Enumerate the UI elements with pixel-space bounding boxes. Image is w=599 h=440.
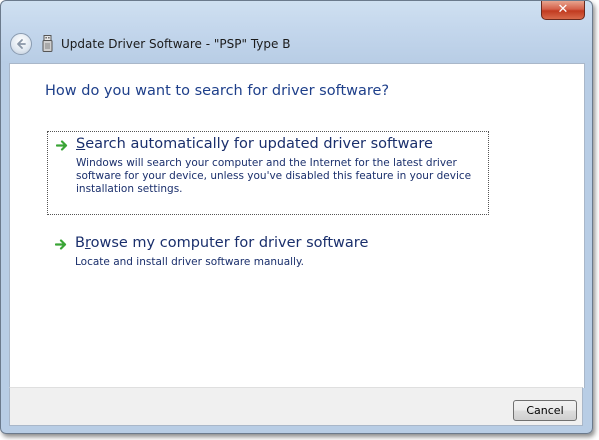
back-arrow-icon (17, 39, 26, 49)
close-icon: ✕ (557, 2, 569, 17)
search-automatically-option[interactable]: Search automatically for updated driver … (47, 131, 489, 215)
browse-computer-option[interactable]: Browse my computer for driver software L… (47, 231, 489, 275)
usb-device-icon (42, 35, 53, 52)
page-heading: How do you want to search for driver sof… (45, 83, 390, 99)
green-arrow-icon (56, 140, 68, 151)
browse-computer-description: Locate and install driver software manua… (75, 256, 305, 268)
wizard-content: How do you want to search for driver sof… (9, 63, 585, 388)
title-text: earch automatically for updated driver s… (85, 136, 433, 152)
close-button[interactable]: ✕ (541, 1, 585, 20)
title-text: owse my computer for driver software (90, 235, 369, 251)
green-arrow-icon (55, 239, 67, 250)
back-button[interactable] (10, 33, 32, 55)
search-automatically-description: Windows will search your computer and th… (76, 157, 472, 195)
update-driver-dialog: ✕ Update Driver Software - "PSP" Type B … (0, 0, 593, 434)
browse-computer-title: Browse my computer for driver software (75, 235, 368, 251)
hotkey-letter: S (76, 136, 86, 152)
wizard-footer: Cancel (9, 387, 583, 426)
cancel-button[interactable]: Cancel (513, 400, 577, 421)
title-first-letter: B (75, 235, 85, 251)
search-automatically-title: Search automatically for updated driver … (76, 136, 433, 152)
title-bar: ✕ Update Driver Software - "PSP" Type B (1, 1, 592, 63)
window-title: Update Driver Software - "PSP" Type B (61, 37, 291, 51)
